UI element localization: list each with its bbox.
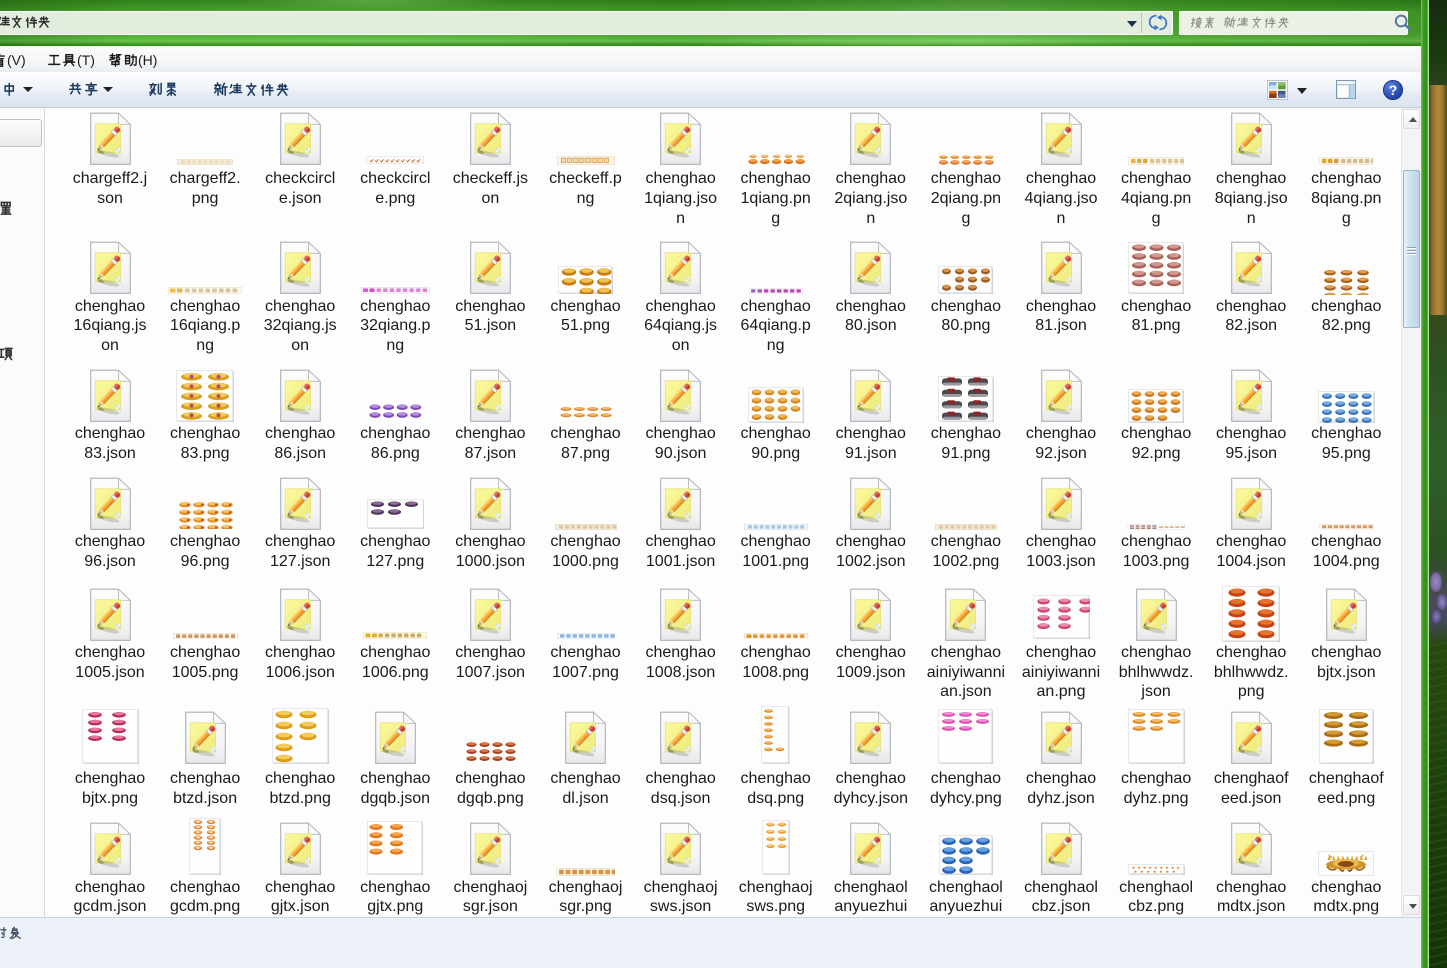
- svg-text:?: ?: [1389, 82, 1398, 98]
